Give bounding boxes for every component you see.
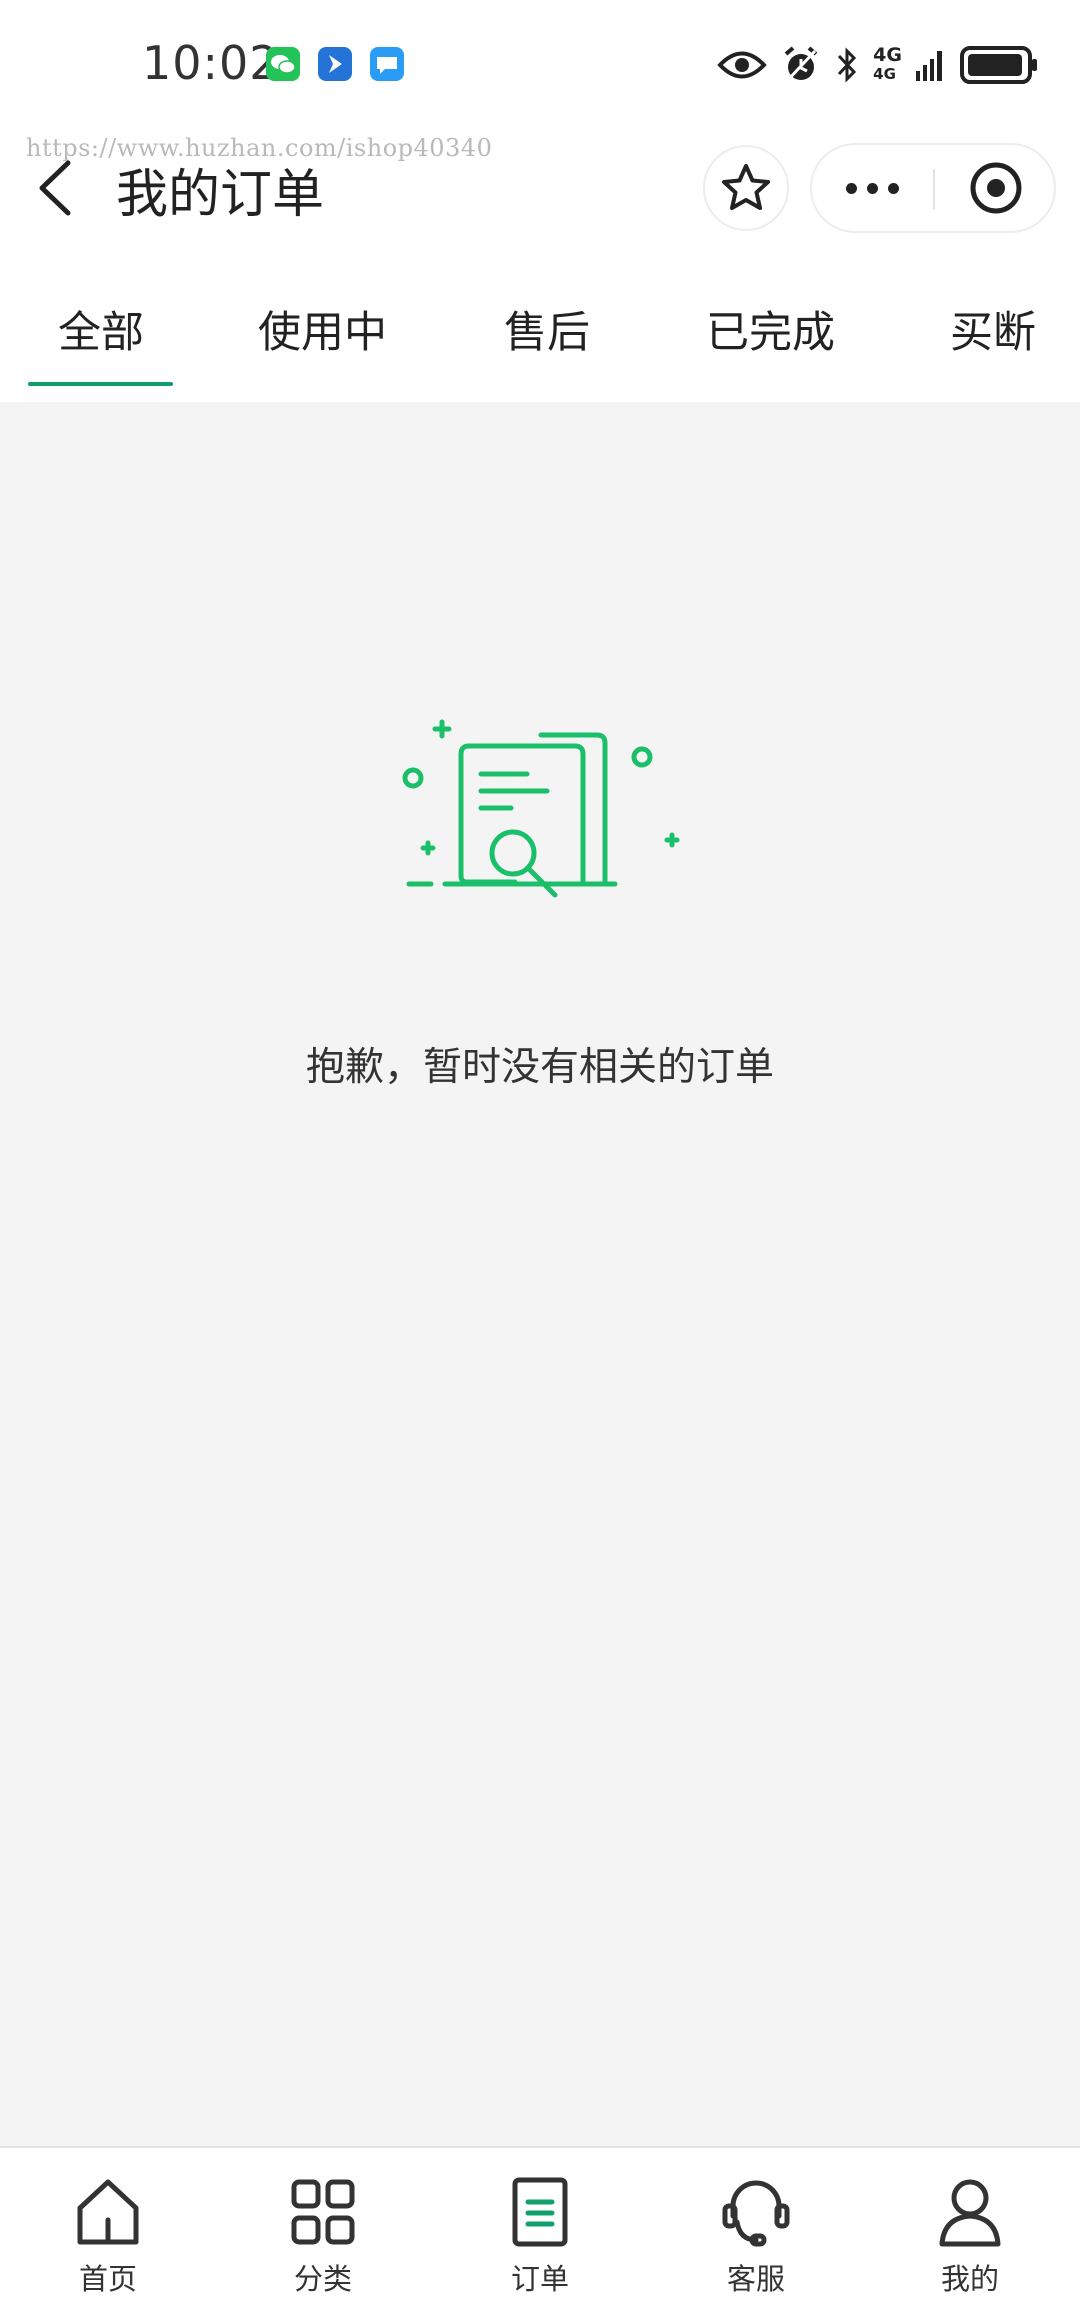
tab-in-use[interactable]: 使用中 [258,298,387,360]
chevron-left-icon [39,160,71,216]
bottom-nav: 首页 分类 订单 客服 我的 [0,2146,1080,2312]
nav-home[interactable]: 首页 [28,2148,188,2312]
target-close-icon [970,162,1022,214]
nav-customer-service[interactable]: 客服 [676,2148,836,2312]
page-title: 我的订单 [116,165,325,225]
active-tab-indicator [28,382,173,386]
alarm-icon [784,46,818,83]
nav-label-orders: 订单 [510,2262,569,2296]
mini-program-capsule [810,143,1056,233]
status-indicators: 4G 4G [717,40,1040,90]
nav-label-category: 分类 [293,2262,352,2296]
nav-label-profile: 我的 [940,2262,999,2296]
tab-all[interactable]: 全部 [58,298,144,360]
nav-label-customer-service: 客服 [726,2262,785,2296]
empty-orders-illustration [402,719,680,898]
bluetooth-icon [838,47,857,83]
chat-app-icon [370,47,404,81]
battery-icon [960,46,1037,84]
signal-icon [916,51,942,81]
nav-label-home: 首页 [78,2262,137,2296]
status-time: 10:02 [142,36,280,90]
favorite-button[interactable] [703,145,789,231]
messenger-app-icon [318,47,352,81]
more-dot-icon [866,182,878,194]
nav-profile[interactable]: 我的 [890,2148,1050,2312]
home-icon [77,2179,139,2245]
more-dot-icon [845,182,857,194]
headset-icon [722,2180,790,2247]
category-grid-icon [291,2179,355,2245]
tab-completed[interactable]: 已完成 [706,298,835,360]
back-button[interactable] [30,155,84,221]
more-dot-icon [887,182,899,194]
capsule-divider [933,169,935,209]
nav-orders[interactable]: 订单 [460,2148,620,2312]
order-icon [512,2177,568,2247]
tab-buyout[interactable]: 买断 [950,298,1036,360]
star-icon [722,164,770,210]
network-type: 4G 4G [873,44,902,84]
close-mini-program-button[interactable] [936,145,1056,231]
nav-category[interactable]: 分类 [243,2148,403,2312]
empty-state-message: 抱歉，暂时没有相关的订单 [305,1045,774,1090]
eye-icon [717,51,767,79]
more-button[interactable] [812,145,932,231]
tab-after-sales[interactable]: 售后 [504,298,590,360]
wechat-app-icon [266,47,300,81]
user-icon [939,2179,1001,2247]
